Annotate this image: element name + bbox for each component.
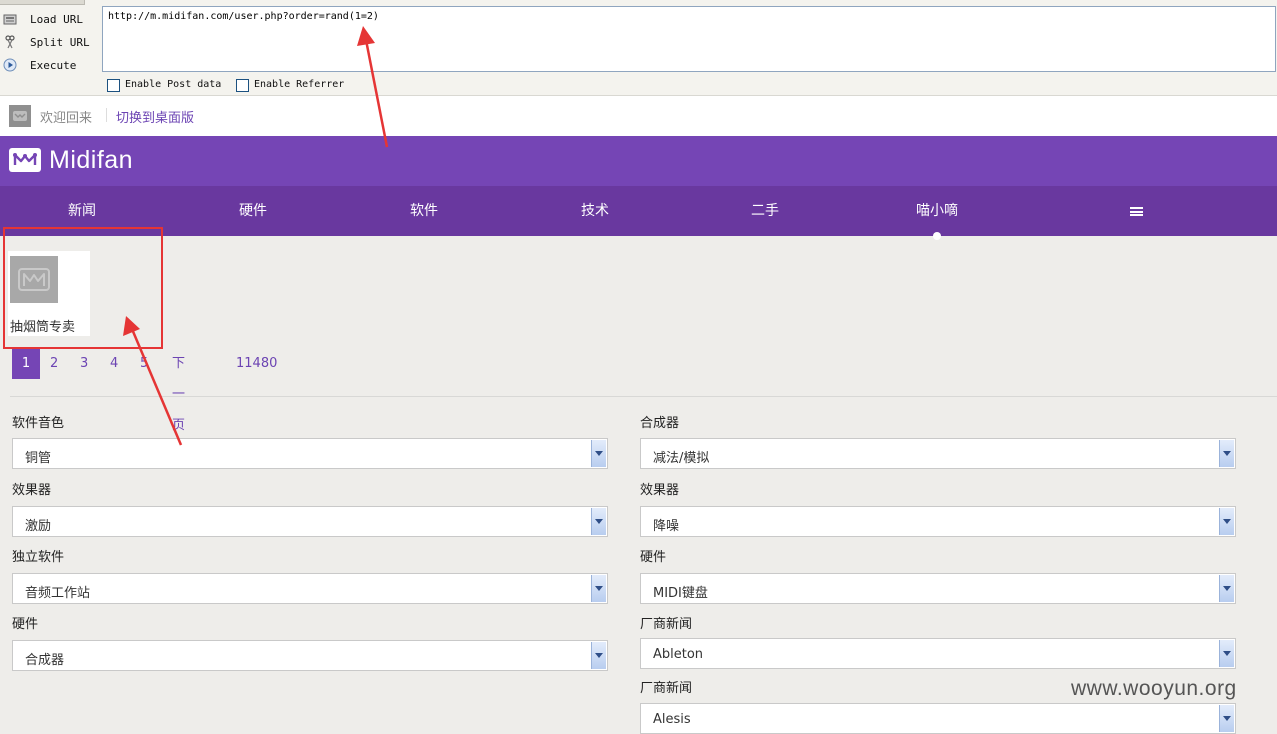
filter-label: 厂商新闻 xyxy=(640,681,693,696)
chevron-down-icon[interactable] xyxy=(591,508,606,535)
nav-item-news[interactable]: 新闻 xyxy=(22,186,142,236)
last-page-link[interactable]: 11480 xyxy=(236,348,277,379)
split-url-icon xyxy=(5,35,15,49)
filter-label: 厂商新闻 xyxy=(640,617,693,632)
user-name[interactable]: 抽烟筒专卖 xyxy=(10,316,75,335)
enable-post-checkbox-box[interactable] xyxy=(107,79,120,92)
page-4[interactable]: 4 xyxy=(110,348,118,379)
filter-select-value: 减法/模拟 xyxy=(653,451,710,466)
welcome-text: 欢迎回来 xyxy=(40,111,93,126)
load-url-icon xyxy=(3,14,17,25)
user-card[interactable]: 抽烟筒专卖 xyxy=(8,251,90,336)
filter-select[interactable]: 降噪 xyxy=(640,506,1236,537)
filter-select-value: 合成器 xyxy=(25,653,65,668)
avatar-icon xyxy=(9,105,31,127)
page-1-current[interactable]: 1 xyxy=(12,348,40,379)
filter-label: 硬件 xyxy=(12,617,39,632)
watermark-text: www.wooyun.org xyxy=(1071,677,1237,700)
nav-item-tech[interactable]: 技术 xyxy=(535,186,655,236)
filter-select-value: Ableton xyxy=(653,647,704,662)
nav-item-hardware[interactable]: 硬件 xyxy=(193,186,313,236)
chevron-down-icon[interactable] xyxy=(591,440,606,467)
filter-label: 效果器 xyxy=(12,483,52,498)
filter-label: 合成器 xyxy=(640,416,680,431)
url-input[interactable]: http://m.midifan.com/user.php?order=rand… xyxy=(102,6,1276,72)
chevron-down-icon[interactable] xyxy=(1219,640,1234,667)
filter-select[interactable]: Ableton xyxy=(640,638,1236,669)
filter-select[interactable]: 铜管 xyxy=(12,438,608,469)
main-nav: 新闻 硬件 软件 技术 二手 喵小嘀 xyxy=(0,186,1277,236)
execute-icon xyxy=(3,58,17,72)
midifan-logo-text[interactable]: Midifan xyxy=(49,146,133,175)
filter-label: 效果器 xyxy=(640,483,680,498)
section-divider xyxy=(10,396,1277,397)
nav-item-miaoxiaodi[interactable]: 喵小嘀 xyxy=(877,186,997,236)
welcome-bar: 欢迎回来 切换到桌面版 xyxy=(0,96,1277,136)
welcome-divider xyxy=(106,108,107,122)
execute-button[interactable]: Execute xyxy=(0,56,96,78)
split-url-label: Split URL xyxy=(30,36,90,49)
load-url-label: Load URL xyxy=(30,13,83,26)
chevron-down-icon[interactable] xyxy=(1219,440,1234,467)
page-3[interactable]: 3 xyxy=(80,348,88,379)
enable-post-label: Enable Post data xyxy=(125,79,222,90)
switch-desktop-link[interactable]: 切换到桌面版 xyxy=(116,107,194,126)
filter-select-value: MIDI键盘 xyxy=(653,586,708,601)
nav-item-secondhand[interactable]: 二手 xyxy=(705,186,825,236)
enable-referrer-checkbox-box[interactable] xyxy=(236,79,249,92)
filter-label: 独立软件 xyxy=(12,550,65,565)
next-page-link[interactable]: 下一页 xyxy=(172,348,185,433)
nav-active-indicator xyxy=(933,232,941,240)
annotation-arrowhead-card xyxy=(123,316,140,336)
filter-select-value: 激励 xyxy=(25,519,52,534)
filter-select[interactable]: Alesis xyxy=(640,703,1236,734)
filter-select[interactable]: 音频工作站 xyxy=(12,573,608,604)
filter-select[interactable]: MIDI键盘 xyxy=(640,573,1236,604)
chevron-down-icon[interactable] xyxy=(591,642,606,669)
chevron-down-icon[interactable] xyxy=(1219,705,1234,732)
chevron-down-icon[interactable] xyxy=(1219,508,1234,535)
hackbar-top-strip xyxy=(0,0,85,5)
filter-label: 软件音色 xyxy=(12,416,65,431)
filter-select[interactable]: 合成器 xyxy=(12,640,608,671)
filter-select-value: 铜管 xyxy=(25,451,52,466)
page-5[interactable]: 5 xyxy=(140,348,148,379)
execute-label: Execute xyxy=(30,59,77,72)
load-url-button[interactable]: Load URL xyxy=(0,10,96,32)
page-2[interactable]: 2 xyxy=(50,348,58,379)
split-url-button[interactable]: Split URL xyxy=(0,33,96,55)
filter-select-value: Alesis xyxy=(653,712,691,727)
chevron-down-icon[interactable] xyxy=(1219,575,1234,602)
filter-select-value: 音频工作站 xyxy=(25,586,91,601)
midifan-logo-icon[interactable] xyxy=(8,147,42,173)
filter-select[interactable]: 减法/模拟 xyxy=(640,438,1236,469)
filter-label: 硬件 xyxy=(640,550,667,565)
filter-select-value: 降噪 xyxy=(653,519,680,534)
hackbar-toolbar: Load URL Split URL Execute http://m.midi… xyxy=(0,0,1277,96)
enable-referrer-label: Enable Referrer xyxy=(254,79,345,90)
user-avatar-icon[interactable] xyxy=(10,256,58,303)
brand-bar: Midifan xyxy=(0,136,1277,186)
menu-hamburger-icon[interactable] xyxy=(1130,207,1143,216)
chevron-down-icon[interactable] xyxy=(591,575,606,602)
nav-item-software[interactable]: 软件 xyxy=(364,186,484,236)
filter-select[interactable]: 激励 xyxy=(12,506,608,537)
